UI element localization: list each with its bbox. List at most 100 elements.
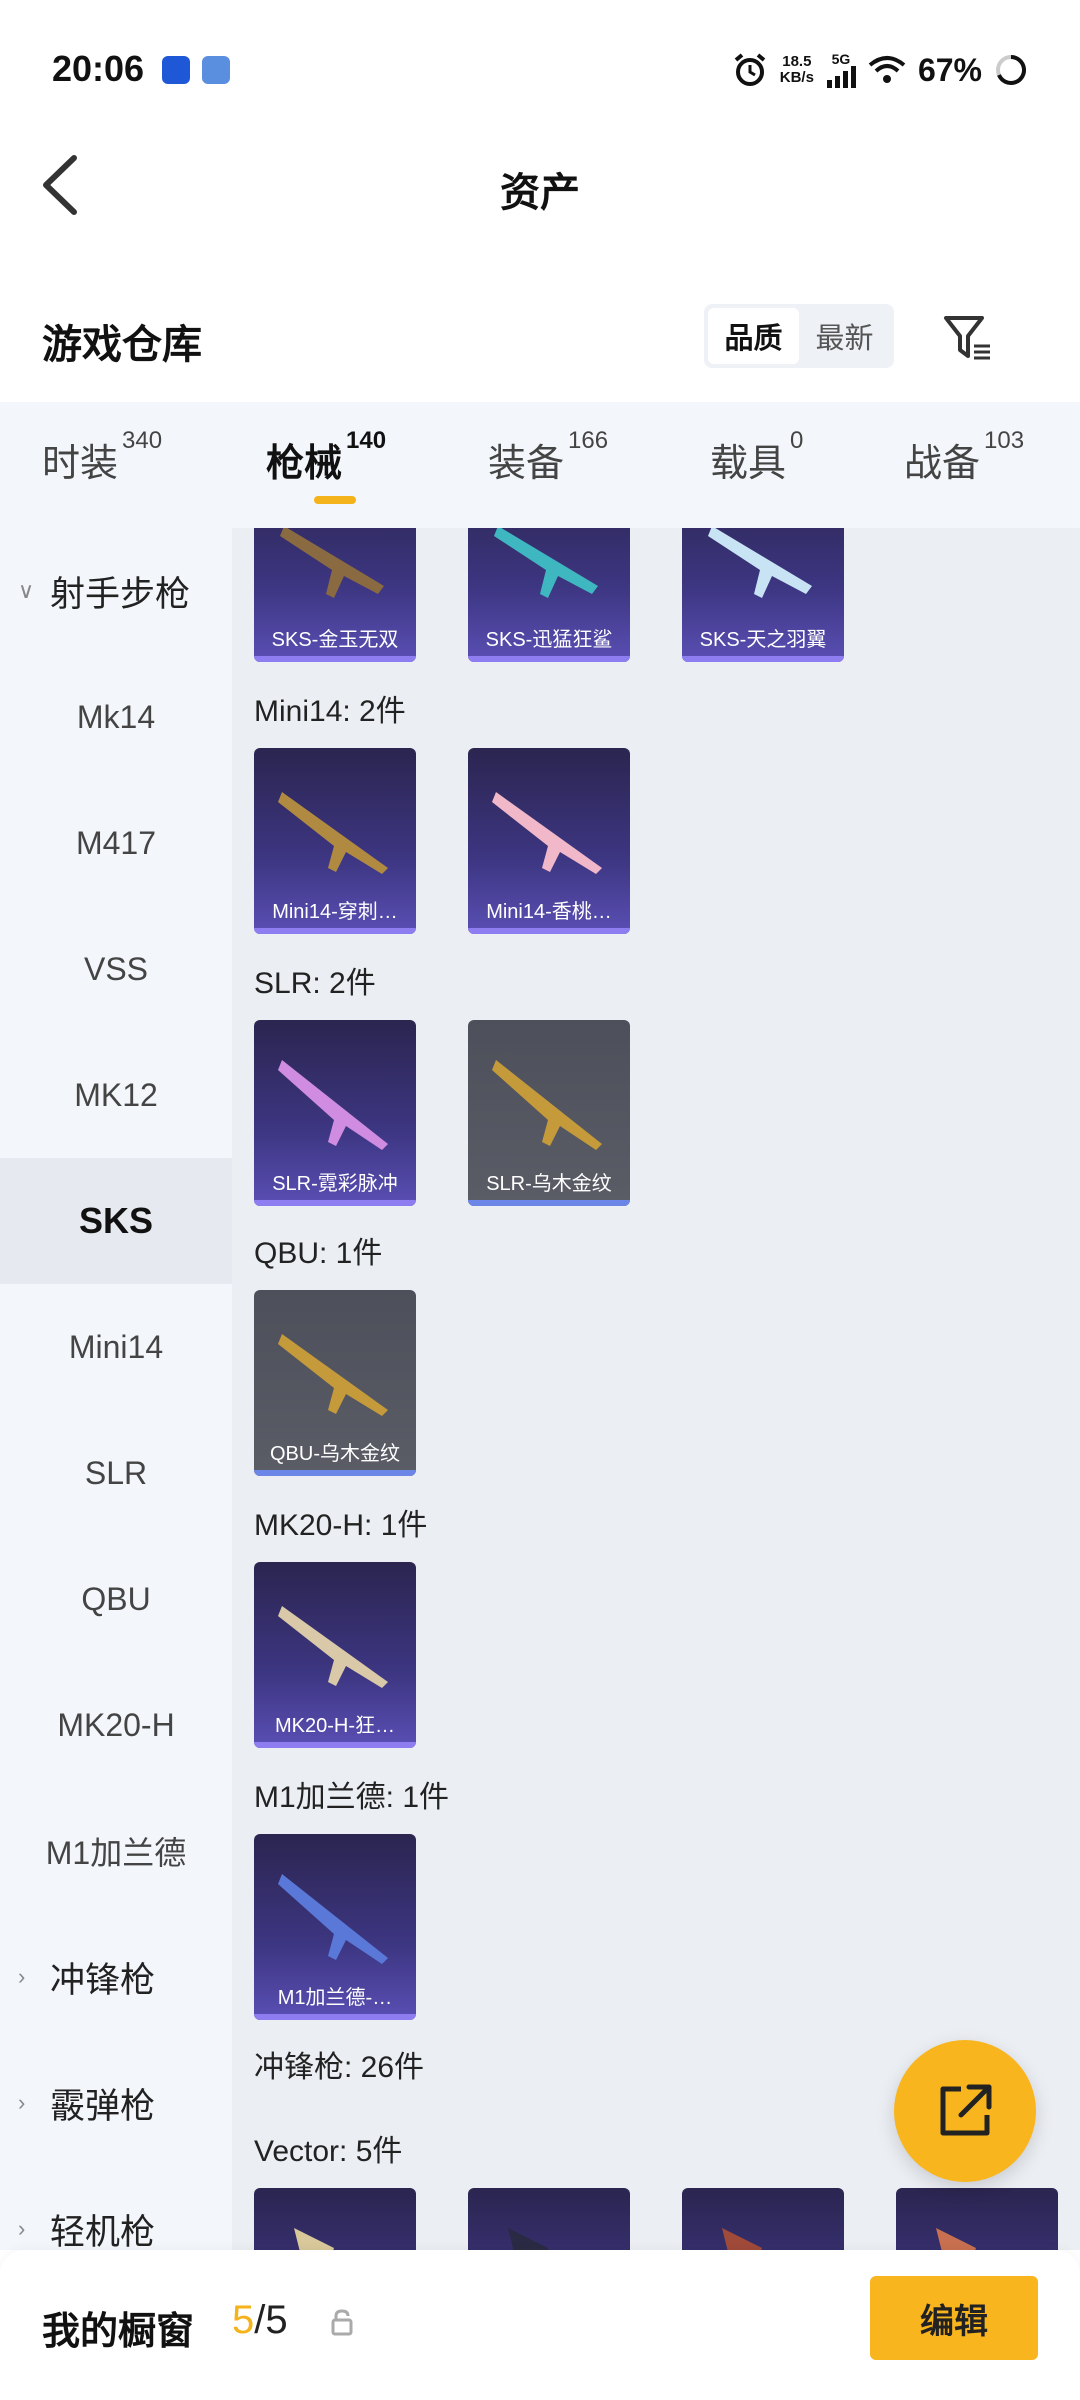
rarity-bar [682, 656, 844, 662]
sidebar-group-shotgun[interactable]: › 霰弹枪 [0, 2040, 232, 2166]
status-right: 18.5 KB/s 5G 67% [732, 50, 1028, 90]
skin-card[interactable]: M1加兰德-… [254, 1834, 416, 2020]
group-header-mini14: Mini14: 2件 [254, 695, 406, 728]
gun-image [278, 1606, 388, 1688]
group-header-mk20h: MK20-H: 1件 [254, 1509, 428, 1542]
rarity-bar [468, 656, 630, 662]
chevron-right-icon: › [18, 1964, 26, 1989]
skin-card[interactable] [896, 2188, 1058, 2250]
sidebar-item-qbu[interactable]: QBU [0, 1536, 232, 1662]
skin-grid: SKS-金玉无双 SKS-迅猛狂鲨 SKS-天之羽翼 Mini14: 2件 Mi… [232, 528, 1080, 2250]
rarity-bar [254, 1200, 416, 1206]
app-notification-icon [162, 56, 190, 84]
skin-card-label: Mini14-香桃… [486, 901, 612, 923]
skin-card[interactable]: Mini14-香桃… [468, 748, 630, 934]
filter-icon[interactable] [940, 310, 996, 366]
active-tab-indicator [314, 496, 356, 504]
category-tabs: 时装340 枪械140 装备166 载具0 战备103 [0, 402, 1080, 528]
status-bar: 20:06 18.5 KB/s 5G 67% [0, 0, 1080, 140]
gun-image [278, 1060, 388, 1150]
skin-card[interactable] [468, 2188, 630, 2250]
group-header-smg: 冲锋枪: 26件 [254, 2051, 425, 2084]
skin-card[interactable] [682, 2188, 844, 2250]
status-time: 20:06 [52, 48, 145, 89]
sidebar-group-marksman-rifle[interactable]: ∨ 射手步枪 [0, 528, 232, 654]
skin-card[interactable]: SLR-乌木金纹 [468, 1020, 630, 1206]
chevron-down-icon: ∨ [18, 578, 35, 603]
tab-guns[interactable]: 枪械140 [266, 427, 386, 487]
game-notification-icon [202, 56, 230, 84]
skin-card-label: SKS-金玉无双 [271, 629, 399, 651]
skin-card[interactable]: Mini14-穿刺… [254, 748, 416, 934]
group-header-vector: Vector: 5件 [254, 2135, 403, 2168]
gun-image [508, 2228, 548, 2250]
showcase-count: 5/5 [232, 2298, 288, 2342]
gun-image [278, 792, 388, 874]
skin-card-label: SLR-乌木金纹 [486, 1173, 612, 1195]
net-speed: 18.5 KB/s [779, 53, 814, 86]
skin-card[interactable]: QBU-乌木金纹 [254, 1290, 416, 1476]
skin-card[interactable]: MK20-H-狂… [254, 1562, 416, 1748]
share-fab-button[interactable] [894, 2040, 1036, 2182]
rarity-bar [254, 1470, 416, 1476]
external-link-icon [940, 2084, 992, 2136]
group-header-qbu: QBU: 1件 [254, 1237, 383, 1270]
gun-image [280, 528, 384, 598]
skin-card[interactable]: SKS-金玉无双 [254, 528, 416, 662]
chevron-right-icon: › [18, 2216, 26, 2241]
sidebar-item-mk12[interactable]: MK12 [0, 1032, 232, 1158]
group-header-slr: SLR: 2件 [254, 967, 376, 1000]
gun-image [936, 2228, 976, 2250]
tab-combat-supplies[interactable]: 战备103 [904, 427, 1024, 487]
skin-card-label: Mini14-穿刺… [272, 901, 398, 923]
showcase-bar: 我的橱窗 5/5 编辑 [0, 2250, 1080, 2400]
rarity-bar [468, 928, 630, 934]
skin-card-label: M1加兰德-… [277, 1987, 393, 2009]
skin-card[interactable]: SLR-霓彩脉冲 [254, 1020, 416, 1206]
sidebar-item-sks[interactable]: SKS [0, 1158, 232, 1284]
battery-percent: 67% [917, 51, 982, 88]
wifi-icon [868, 56, 906, 83]
skin-card-label: SLR-霓彩脉冲 [272, 1173, 398, 1195]
sidebar-item-m1-garand[interactable]: M1加兰德 [0, 1788, 232, 1914]
app-root: 20:06 18.5 KB/s 5G 67% 资产 游戏仓库 品质 最新 时装3… [0, 0, 1080, 2400]
sidebar-item-mk14[interactable]: Mk14 [0, 654, 232, 780]
skin-card[interactable]: SKS-天之羽翼 [682, 528, 844, 662]
rarity-bar [254, 1742, 416, 1748]
skin-card-label: SKS-迅猛狂鲨 [485, 629, 613, 651]
gun-image [278, 1874, 388, 1964]
chevron-right-icon: › [18, 2090, 26, 2115]
battery-ring-icon [996, 55, 1026, 85]
signal-icon: 5G [826, 52, 856, 88]
rarity-bar [468, 1200, 630, 1206]
rarity-bar [254, 2014, 416, 2020]
showcase-title: 我的橱窗 [42, 2311, 195, 2353]
rarity-bar [254, 656, 416, 662]
rarity-bar [254, 928, 416, 934]
warehouse-title: 游戏仓库 [42, 323, 202, 367]
edit-button[interactable]: 编辑 [870, 2276, 1038, 2360]
skin-card-label: QBU-乌木金纹 [270, 1443, 400, 1465]
skin-card-label: MK20-H-狂… [274, 1715, 395, 1737]
alarm-icon [734, 53, 766, 86]
gun-image [708, 528, 812, 598]
sort-quality-button[interactable]: 品质 [708, 308, 799, 364]
sidebar-item-slr[interactable]: SLR [0, 1410, 232, 1536]
sort-newest-button[interactable]: 最新 [799, 308, 890, 364]
sidebar-item-m417[interactable]: M417 [0, 780, 232, 906]
gun-image [494, 528, 598, 598]
gun-image [294, 2228, 334, 2250]
skin-card[interactable]: SKS-迅猛狂鲨 [468, 528, 630, 662]
sidebar-group-smg[interactable]: › 冲锋枪 [0, 1914, 232, 2040]
skin-card-label: SKS-天之羽翼 [699, 629, 827, 651]
tab-fashion[interactable]: 时装340 [42, 427, 162, 487]
gun-image [722, 2228, 762, 2250]
sidebar-item-vss[interactable]: VSS [0, 906, 232, 1032]
gun-image [492, 792, 602, 874]
tab-equipment[interactable]: 装备166 [488, 427, 608, 487]
sidebar-item-mk20h[interactable]: MK20-H [0, 1662, 232, 1788]
skin-card[interactable] [254, 2188, 416, 2250]
group-header-m1-garand: M1加兰德: 1件 [254, 1781, 450, 1814]
tab-vehicles[interactable]: 载具0 [710, 427, 803, 487]
sidebar-item-mini14[interactable]: Mini14 [0, 1284, 232, 1410]
